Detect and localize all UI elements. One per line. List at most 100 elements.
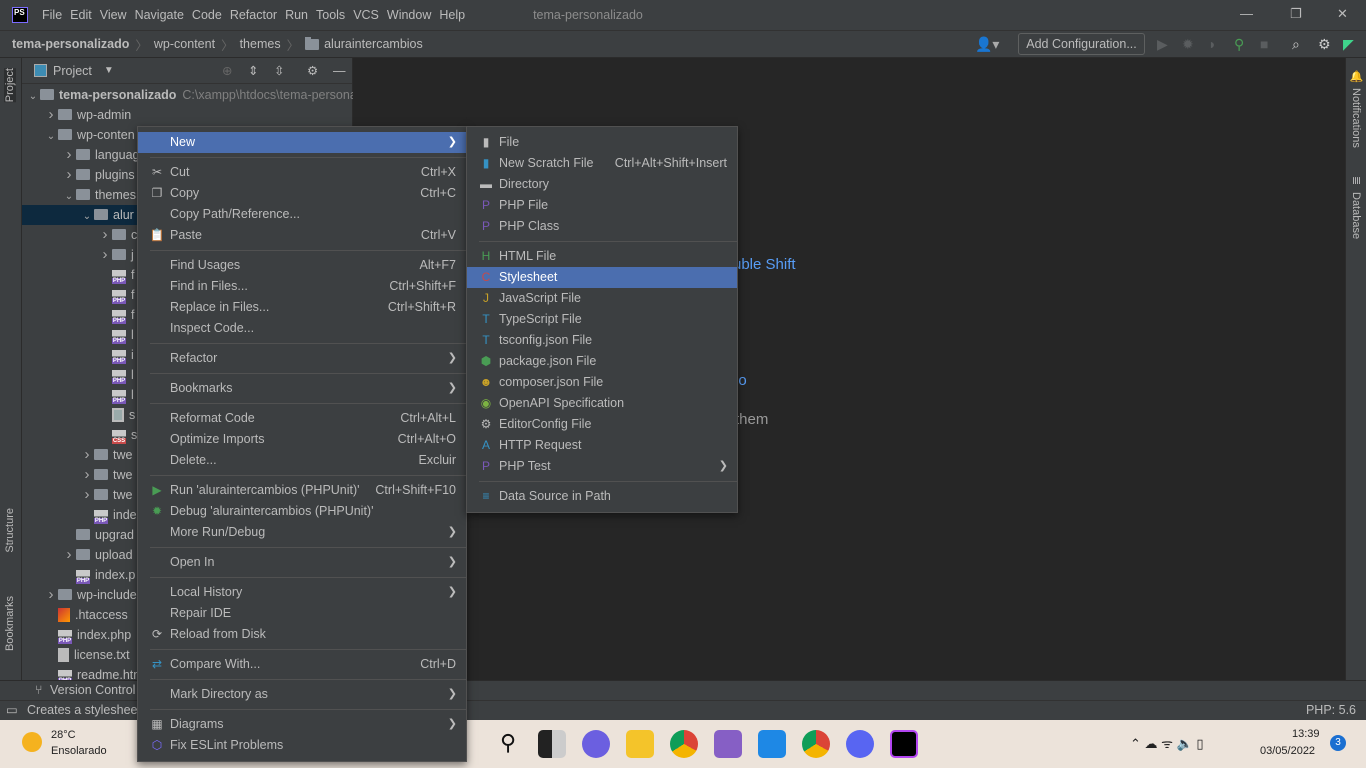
chevron-right-icon[interactable]: › (62, 545, 76, 565)
menu-item-delete[interactable]: Delete... Excluir (138, 450, 466, 471)
tray-icons[interactable]: ⌃ ☁ ᯤ 🔈 ▯ (1130, 734, 1204, 752)
chevron-right-icon[interactable]: › (44, 105, 58, 125)
menu-item-bookmarks[interactable]: Bookmarks ❯ (138, 378, 466, 399)
menu-item-tsconfig-json-file[interactable]: Ttsconfig.json File (467, 330, 737, 351)
search-taskbar-icon[interactable]: ⚲ (494, 730, 522, 758)
close-button[interactable]: ✕ (1337, 6, 1348, 22)
menu-item-editorconfig-file[interactable]: ⚙ EditorConfig File (467, 414, 737, 435)
chevron-down-icon[interactable]: ⌄ (44, 127, 58, 147)
menu-item-copy-path-reference[interactable]: Copy Path/Reference... (138, 204, 466, 225)
tree-item[interactable]: ⌄ tema-personalizado C:\xampp\htdocs\tema-… (22, 85, 357, 107)
weather-temp[interactable]: 28°C (51, 729, 76, 741)
menu-item-mark-directory-as[interactable]: Mark Directory as ❯ (138, 684, 466, 705)
chrome-icon[interactable] (670, 730, 698, 758)
breadcrumb-item[interactable]: tema-personalizado (12, 37, 129, 51)
chrome-profile-icon[interactable] (802, 730, 830, 758)
search-icon[interactable]: ⌕ (1292, 36, 1300, 53)
clock-time[interactable]: 13:39 (1292, 728, 1320, 740)
clock-date[interactable]: 03/05/2022 (1260, 745, 1315, 757)
menu-item-run-aluraintercambios-phpunit[interactable]: ▶ Run 'aluraintercambios (PHPUnit)' Ctrl+S… (138, 480, 466, 501)
menu-item-new[interactable]: New ❯ (138, 132, 466, 153)
menu-edit[interactable]: Edit (70, 8, 92, 22)
teams-icon[interactable] (582, 730, 610, 758)
menu-item-typescript-file[interactable]: T TypeScript File (467, 309, 737, 330)
menu-item-javascript-file[interactable]: J JavaScript File (467, 288, 737, 309)
menu-item-copy[interactable]: ❐ Copy Ctrl+C (138, 183, 466, 204)
chevron-down-icon[interactable]: ⌄ (26, 87, 40, 107)
menu-item-fix-eslint-problems[interactable]: ⬡ Fix ESLint Problems (138, 735, 466, 756)
tab-project[interactable]: Project (4, 68, 16, 103)
menu-item-optimize-imports[interactable]: Optimize Imports Ctrl+Alt+O (138, 429, 466, 450)
vscode-icon[interactable] (758, 730, 786, 758)
minimize-button[interactable]: — (1240, 6, 1253, 21)
menu-tools[interactable]: Tools (316, 8, 345, 22)
tree-item[interactable]: › wp-admin (22, 105, 353, 125)
menu-item-directory[interactable]: ▬ Directory (467, 174, 737, 195)
menu-item-open-in[interactable]: Open In ❯ (138, 552, 466, 573)
menu-item-php-class[interactable]: P PHP Class (467, 216, 737, 237)
menu-item-composer-json-file[interactable]: ☻ composer.json File (467, 372, 737, 393)
chevron-right-icon[interactable]: › (62, 165, 76, 185)
tab-database[interactable]: Database (1350, 192, 1362, 239)
locate-icon[interactable]: ⊕ (222, 63, 232, 78)
menu-item-file[interactable]: ▮ File (467, 132, 737, 153)
chevron-down-icon[interactable]: ⌄ (80, 207, 94, 227)
phpstorm-taskbar-icon[interactable] (890, 730, 918, 758)
menu-item-stylesheet[interactable]: C Stylesheet (467, 267, 737, 288)
tab-notifications[interactable]: Notifications (1350, 88, 1362, 148)
menu-code[interactable]: Code (192, 8, 222, 22)
menu-item-html-file[interactable]: H HTML File (467, 246, 737, 267)
menu-item-compare-with[interactable]: ⇄ Compare With... Ctrl+D (138, 654, 466, 675)
run-icon[interactable]: ▶ (1157, 36, 1168, 53)
menu-file[interactable]: File (42, 8, 62, 22)
panel-toggle-icon[interactable]: ▭ (6, 701, 18, 720)
tab-structure[interactable]: Structure (4, 508, 16, 553)
menu-run[interactable]: Run (285, 8, 308, 22)
menu-item-data-source-in-path[interactable]: ≡ Data Source in Path (467, 486, 737, 507)
menu-item-debug-aluraintercambios-phpunit[interactable]: ✹ Debug 'aluraintercambios (PHPUnit)' (138, 501, 466, 522)
task-view-icon[interactable] (538, 730, 566, 758)
gear-icon[interactable]: ⚙ (307, 63, 318, 78)
menu-item-cut[interactable]: ✂ Cut Ctrl+X (138, 162, 466, 183)
menu-item-reload-from-disk[interactable]: ⟳ Reload from Disk (138, 624, 466, 645)
weather-desc[interactable]: Ensolarado (51, 745, 107, 757)
chevron-right-icon[interactable]: › (44, 585, 58, 605)
stop-icon[interactable]: ■ (1260, 36, 1268, 52)
menu-item-openapi-specification[interactable]: ◉ OpenAPI Specification (467, 393, 737, 414)
menu-item-more-run-debug[interactable]: More Run/Debug ❯ (138, 522, 466, 543)
menu-item-inspect-code[interactable]: Inspect Code... (138, 318, 466, 339)
menu-item-find-usages[interactable]: Find Usages Alt+F7 (138, 255, 466, 276)
coverage-icon[interactable]: ◗ (1208, 36, 1216, 52)
menu-item-replace-in-files[interactable]: Replace in Files... Ctrl+Shift+R (138, 297, 466, 318)
collapse-all-icon[interactable]: ⇳ (274, 63, 284, 78)
menu-item-repair-ide[interactable]: Repair IDE (138, 603, 466, 624)
chevron-right-icon[interactable]: › (98, 225, 112, 245)
breadcrumb-item[interactable]: themes (240, 37, 281, 51)
menu-view[interactable]: View (100, 8, 127, 22)
hide-icon[interactable]: — (333, 64, 346, 78)
expand-all-icon[interactable]: ⇕ (248, 63, 258, 78)
menu-item-local-history[interactable]: Local History ❯ (138, 582, 466, 603)
visual-studio-icon[interactable] (714, 730, 742, 758)
debug-icon[interactable]: ✹ (1182, 36, 1194, 53)
discord-icon[interactable] (846, 730, 874, 758)
menu-item-refactor[interactable]: Refactor ❯ (138, 348, 466, 369)
chevron-right-icon[interactable]: › (62, 145, 76, 165)
maximize-button[interactable]: ❐ (1290, 6, 1302, 22)
menu-item-paste[interactable]: 📋 Paste Ctrl+V (138, 225, 466, 246)
breadcrumb-item[interactable]: wp-content (154, 37, 215, 51)
php-version[interactable]: PHP: 5.6 (1306, 701, 1356, 720)
listen-debug-icon[interactable]: ⚲ (1234, 36, 1244, 53)
menu-item-diagrams[interactable]: ▦ Diagrams ❯ (138, 714, 466, 735)
user-icon[interactable]: 👤▾ (975, 36, 999, 53)
database-icon[interactable]: ≣ (1350, 176, 1363, 185)
menu-window[interactable]: Window (387, 8, 431, 22)
tab-bookmarks[interactable]: Bookmarks (4, 596, 16, 651)
menu-item-php-file[interactable]: P PHP File (467, 195, 737, 216)
jetbrains-icon[interactable]: ◤ (1343, 36, 1354, 53)
breadcrumb-item[interactable]: aluraintercambios (324, 37, 423, 51)
menu-refactor[interactable]: Refactor (230, 8, 277, 22)
menu-vcs[interactable]: VCS (353, 8, 379, 22)
chevron-right-icon[interactable]: › (80, 485, 94, 505)
menu-item-package-json-file[interactable]: ⬢ package.json File (467, 351, 737, 372)
